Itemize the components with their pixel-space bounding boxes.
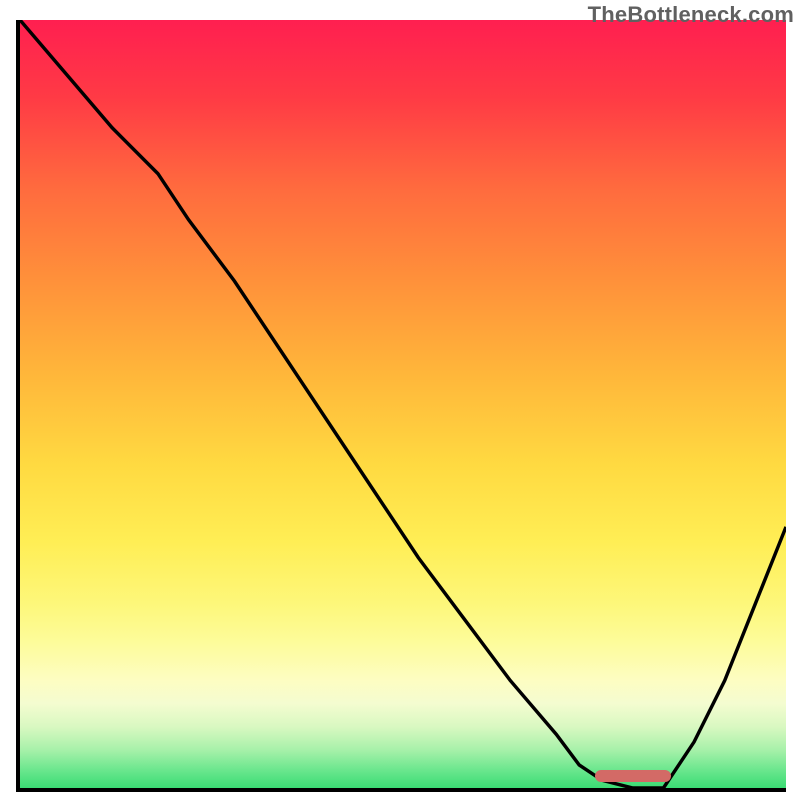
y-axis <box>16 20 20 792</box>
flat-segment-marker <box>595 770 672 782</box>
curve-svg <box>20 20 786 788</box>
bottleneck-curve <box>20 20 786 788</box>
chart-stage: TheBottleneck.com <box>0 0 800 800</box>
plot-area <box>16 20 786 792</box>
watermark-text: TheBottleneck.com <box>588 2 794 28</box>
x-axis <box>16 788 786 792</box>
